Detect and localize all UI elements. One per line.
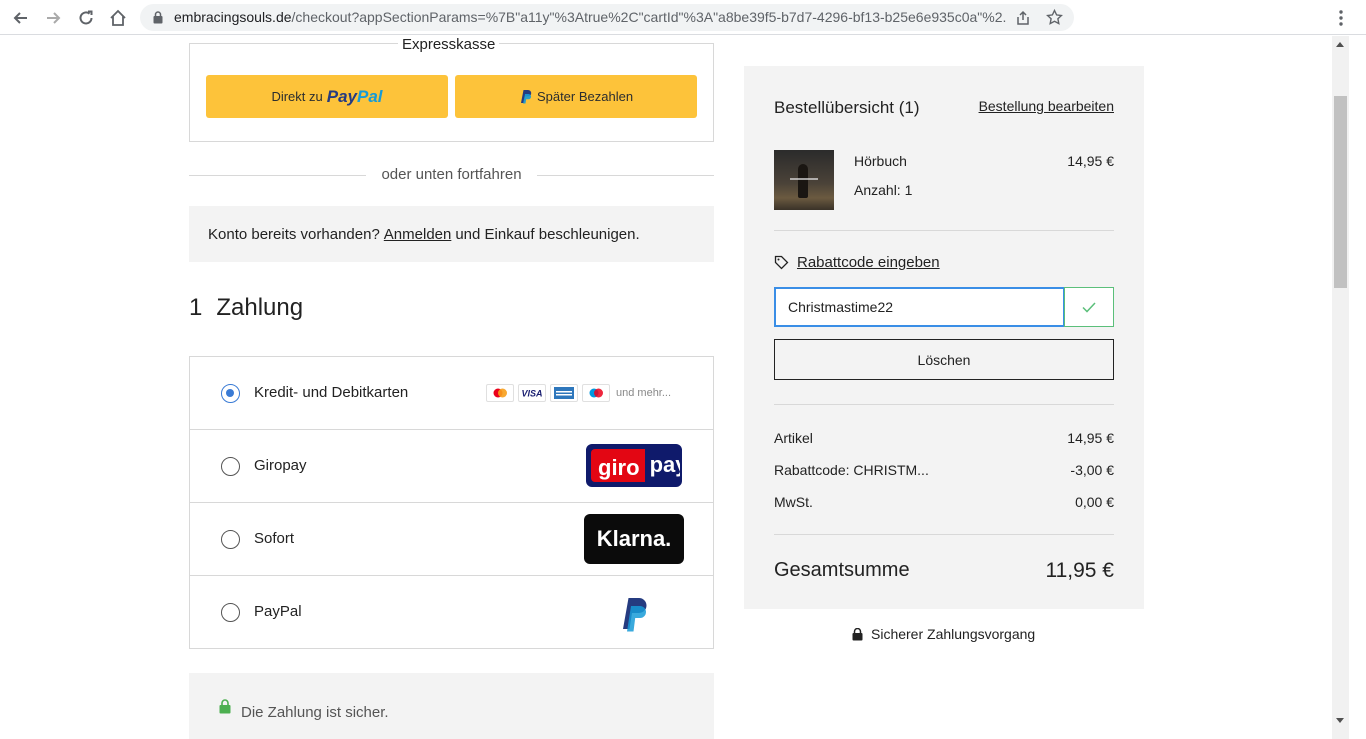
payment-section-title: 1 Zahlung <box>189 294 303 322</box>
giropay-logo: giropay <box>586 444 682 487</box>
paypal-button-prefix: Direkt zu <box>271 89 323 104</box>
svg-text:VISA: VISA <box>521 389 542 399</box>
continue-divider: oder unten fortfahren <box>189 165 714 185</box>
paypal-icon <box>623 598 647 632</box>
method-label-giropay: Giropay <box>254 457 307 474</box>
subtotal-value: 14,95 € <box>1067 430 1114 446</box>
payment-method-sofort[interactable]: Sofort Klarna. <box>190 503 713 576</box>
radio-giropay[interactable] <box>221 457 240 476</box>
mastercard-icon <box>486 384 514 402</box>
forward-arrow-icon[interactable] <box>41 6 65 30</box>
login-prompt-prefix: Konto bereits vorhanden? <box>208 225 380 243</box>
step-title: Zahlung <box>216 294 304 321</box>
visa-icon: VISA <box>518 384 546 402</box>
scroll-up-arrow-icon[interactable] <box>1336 42 1344 47</box>
express-checkout-box: Expresskasse Direkt zu PayPal Später Bez… <box>189 36 714 142</box>
subtotal-label: Artikel <box>774 430 813 446</box>
login-prompt-suffix: und Einkauf beschleunigen. <box>455 225 640 243</box>
total-value: 11,95 € <box>1045 559 1114 582</box>
share-icon[interactable] <box>1015 10 1031 26</box>
bookmark-star-icon[interactable] <box>1046 9 1063 26</box>
product-thumbnail[interactable] <box>774 150 834 210</box>
discount-value: -3,00 € <box>1070 462 1114 478</box>
item-price: 14,95 € <box>1067 153 1114 169</box>
coupon-link-label: Rabattcode eingeben <box>797 254 940 271</box>
maestro-icon <box>582 384 610 402</box>
radio-cards[interactable] <box>221 384 240 403</box>
edit-order-link[interactable]: Bestellung bearbeiten <box>979 98 1114 114</box>
step-number: 1 <box>189 294 203 321</box>
method-label-sofort: Sofort <box>254 530 295 547</box>
url-text: embracingsouls.de/checkout?appSectionPar… <box>174 9 1006 25</box>
back-arrow-icon[interactable] <box>9 6 33 30</box>
remove-coupon-button[interactable]: Löschen <box>774 339 1114 380</box>
summary-divider <box>774 404 1114 405</box>
klarna-logo: Klarna. <box>584 514 684 564</box>
paypal-express-button[interactable]: Direkt zu PayPal <box>206 75 448 118</box>
reload-icon[interactable] <box>74 6 98 30</box>
card-brand-icons: VISA und mehr... <box>486 384 671 402</box>
secure-note-text: Die Zahlung ist sicher. <box>241 704 389 721</box>
coupon-code-input[interactable] <box>774 287 1065 327</box>
secure-checkout-text: Sicherer Zahlungsvorgang <box>871 626 1036 642</box>
item-name: Hörbuch <box>854 153 907 169</box>
coupon-toggle[interactable]: Rabattcode eingeben <box>774 254 940 271</box>
scrollbar-thumb[interactable] <box>1334 96 1347 288</box>
payment-methods-list: Kredit- und Debitkarten VISA und mehr... <box>189 356 714 649</box>
discount-label: Rabattcode: CHRISTM... <box>774 462 929 478</box>
payment-method-paypal[interactable]: PayPal <box>190 576 713 648</box>
page-viewport: Expresskasse Direkt zu PayPal Später Bez… <box>0 36 1332 739</box>
page-scrollbar[interactable] <box>1332 36 1349 739</box>
amex-icon <box>550 384 578 402</box>
radio-sofort[interactable] <box>221 530 240 549</box>
order-summary: Bestellübersicht (1) Bestellung bearbeit… <box>744 66 1144 609</box>
pay-later-button[interactable]: Später Bezahlen <box>455 75 697 118</box>
total-label: Gesamtsumme <box>774 559 910 581</box>
secure-checkout-note: Sicherer Zahlungsvorgang <box>852 626 1035 642</box>
paypal-p-icon <box>520 90 532 104</box>
item-quantity: Anzahl: 1 <box>854 182 913 198</box>
checkmark-icon <box>1082 301 1096 313</box>
browser-menu-icon[interactable] <box>1329 6 1353 30</box>
login-link[interactable]: Anmelden <box>384 226 452 243</box>
green-lock-icon <box>219 699 231 714</box>
summary-title: Bestellübersicht (1) <box>774 98 920 117</box>
radio-paypal[interactable] <box>221 603 240 622</box>
black-lock-icon <box>852 627 863 640</box>
payment-method-giropay[interactable]: Giropay giropay <box>190 430 713 503</box>
secure-payment-note: Die Zahlung ist sicher. <box>189 673 714 739</box>
vat-value: 0,00 € <box>1075 494 1114 510</box>
vat-label: MwSt. <box>774 494 813 510</box>
more-cards-label: und mehr... <box>616 387 672 399</box>
tag-icon <box>774 255 789 270</box>
paypal-logo: PayPal <box>326 86 383 106</box>
payment-method-cards[interactable]: Kredit- und Debitkarten VISA und mehr... <box>190 357 713 430</box>
pay-later-label: Später Bezahlen <box>536 89 634 104</box>
address-bar[interactable]: embracingsouls.de/checkout?appSectionPar… <box>140 4 1074 31</box>
browser-toolbar: embracingsouls.de/checkout?appSectionPar… <box>0 0 1366 35</box>
divider-label: oder unten fortfahren <box>381 166 522 183</box>
method-label-cards: Kredit- und Debitkarten <box>254 384 409 401</box>
express-checkout-title: Expresskasse <box>398 36 500 53</box>
summary-divider <box>774 534 1114 535</box>
scroll-down-arrow-icon[interactable] <box>1336 718 1344 723</box>
summary-divider <box>774 230 1114 231</box>
lock-icon <box>153 11 163 24</box>
login-prompt: Konto bereits vorhanden? Anmelden und Ei… <box>189 206 714 262</box>
method-label-paypal: PayPal <box>254 603 302 620</box>
home-icon[interactable] <box>106 6 130 30</box>
coupon-applied-check <box>1064 287 1114 327</box>
